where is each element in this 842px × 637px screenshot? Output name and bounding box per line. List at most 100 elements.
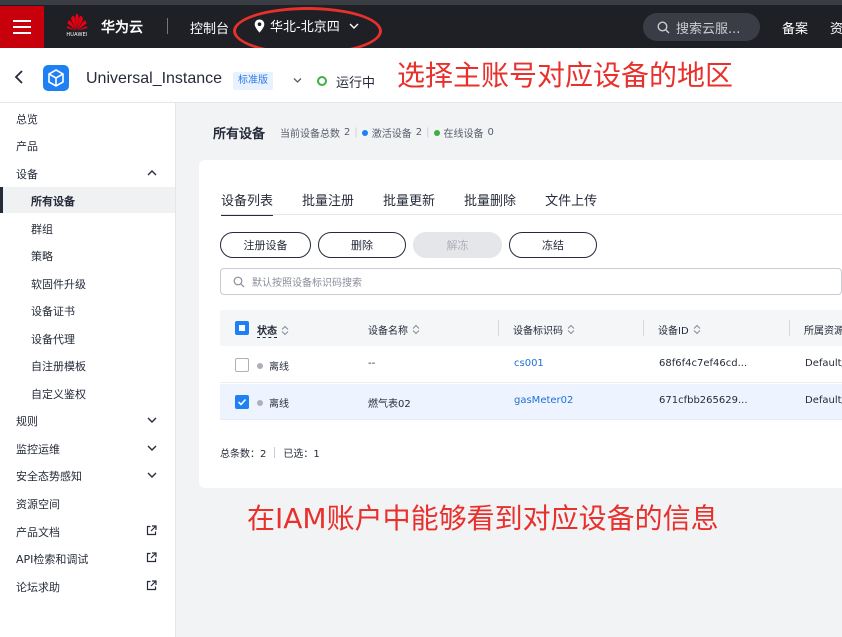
sidebar-item-custom-auth[interactable]: 自定义鉴权 [0,380,175,406]
logo-wordmark: HUAWEI [66,32,88,38]
console-link[interactable]: 控制台 [190,18,229,37]
column-device-name[interactable]: 设备名称 [368,322,420,337]
instance-name: Universal_Instance [86,70,223,87]
sidebar-item-label: 所有设备 [31,195,75,208]
huawei-logo[interactable]: HUAWEI [62,13,92,41]
online-dot-icon [433,129,440,136]
sidebar-item-self-registration[interactable]: 自注册模板 [0,352,175,378]
annotation-iam-visible: 在IAM账户中能够看到对应设备的信息 [247,502,719,535]
sidebar-item-overview[interactable]: 总览 [0,105,175,131]
footer-divider [274,447,276,458]
sidebar-item-policies[interactable]: 策略 [0,242,175,268]
stat-online-label: 在线设备 [443,129,484,140]
tab-batch-update[interactable]: 批量更新 [383,190,435,215]
sidebar-item-all-devices[interactable]: 所有设备 [0,187,175,213]
sidebar-item-label: 自注册模板 [31,360,86,373]
column-device-id[interactable]: 设备ID [658,322,701,337]
tab-batch-delete[interactable]: 批量删除 [464,190,516,215]
checkmark-icon [237,398,247,406]
stat-active-value: 2 [415,127,423,138]
annotation-select-region: 选择主账号对应设备的地区 [397,59,734,92]
sidebar-item-label: 规则 [16,415,38,428]
register-device-button[interactable]: 注册设备 [220,232,311,258]
column-separator [643,320,644,336]
sidebar-item-label: 策略 [31,250,53,263]
row-status-text: 离线 [269,362,289,373]
sidebar-item-monitoring[interactable]: 监控运维 [0,435,175,461]
sidebar-item-resource-space[interactable]: 资源空间 [0,490,175,516]
chevron-down-icon [349,23,359,29]
sidebar-item-device-proxy[interactable]: 设备代理 [0,325,175,351]
sidebar-item-device-certificates[interactable]: 设备证书 [0,297,175,323]
stat-online-value: 0 [487,127,494,138]
footer-selected-value: 1 [313,449,320,460]
select-all-checkbox[interactable] [235,321,249,335]
chevron-down-icon [147,472,157,478]
external-link-icon [146,580,157,591]
sidebar-item-label: 自定义鉴权 [31,388,86,401]
unfreeze-button[interactable]: 解冻 [413,232,502,258]
sidebar-item-label: 产品 [16,140,38,153]
tab-file-upload[interactable]: 文件上传 [545,190,597,215]
external-link-icon [146,552,157,563]
row-identifier-link[interactable]: gasMeter02 [514,395,573,406]
column-separator [498,320,499,336]
external-link-icon [146,525,157,536]
tab-device-list[interactable]: 设备列表 [221,190,274,216]
sidebar-item-devices[interactable]: 设备 [0,160,175,186]
device-search-input[interactable]: 默认按照设备标识码搜索 [220,268,842,295]
row-checkbox[interactable] [235,395,249,409]
delete-button[interactable]: 删除 [318,232,406,258]
chevron-down-icon[interactable] [293,77,302,84]
table-footer: 总条数：2 已选：1 [220,445,320,460]
table-row[interactable]: 离线 燃气表02 gasMeter02 671cfbb265629... Def… [220,384,842,420]
column-status[interactable]: 状态 [257,322,289,338]
device-list-card: 设备列表 批量注册 批量更新 批量删除 文件上传 注册设备 删除 解冻 冻结 默… [199,160,842,488]
row-checkbox[interactable] [235,358,249,372]
resource-link[interactable]: 资 [830,18,842,37]
region-selector[interactable]: 华北-北京四 [254,16,359,35]
sidebar-item-security[interactable]: 安全态势感知 [0,462,175,488]
sidebar-item-product-docs[interactable]: 产品文档 [0,518,175,544]
footer-total-value: 2 [260,449,267,460]
region-label: 华北-北京四 [270,20,340,35]
table-row[interactable]: 离线 -- cs001 68f6f4c7ef46cd... Default/ [220,347,842,383]
cube-icon [48,69,64,87]
column-resource-space[interactable]: 所属资源 [804,322,842,337]
hamburger-menu-button[interactable] [0,6,44,48]
row-device-name: -- [368,358,376,369]
divider [167,18,168,34]
edition-tag[interactable]: 标准版 [233,72,273,90]
sidebar-item-products[interactable]: 产品 [0,132,175,158]
row-identifier-link[interactable]: cs001 [514,358,544,369]
edition-label: 标准版 [238,75,268,86]
back-arrow-icon[interactable] [14,70,24,84]
sidebar-item-label: API检索和调试 [16,553,89,566]
column-resource-space-label: 所属资源 [804,326,842,337]
sidebar-item-label: 论坛求助 [16,581,60,594]
location-pin-icon [254,19,265,32]
partial-check-icon [239,325,245,331]
table-header: 状态 设备名称 设备标识码 设备ID 所属资源 [220,310,842,346]
freeze-button[interactable]: 冻结 [509,232,597,258]
row-device-id: 68f6f4c7ef46cd... [659,358,748,369]
sidebar-item-forum[interactable]: 论坛求助 [0,573,175,599]
sidebar-item-groups[interactable]: 群组 [0,215,175,241]
sort-icon [567,324,575,335]
row-resource-space: Default/ [805,358,842,369]
column-identifier[interactable]: 设备标识码 [513,322,575,337]
device-search-placeholder: 默认按照设备标识码搜索 [252,278,362,289]
chevron-down-icon [147,445,157,451]
beian-link[interactable]: 备案 [782,18,808,37]
sidebar-item-label: 产品文档 [16,526,60,539]
sidebar-item-api-explorer[interactable]: API检索和调试 [0,545,175,571]
sidebar-item-firmware-upgrade[interactable]: 软固件升级 [0,270,175,296]
global-search[interactable]: 搜索云服... [643,13,760,41]
huawei-petals-icon [66,13,88,31]
row-device-id: 671cfbb265629... [659,395,748,406]
sidebar-item-rules[interactable]: 规则 [0,407,175,433]
tab-batch-register[interactable]: 批量注册 [302,190,354,215]
top-stripe [0,0,842,5]
row-status: 离线 [257,395,289,410]
device-stats: 当前设备总数 2 | 激活设备 2 | 在线设备 0 [280,127,494,140]
